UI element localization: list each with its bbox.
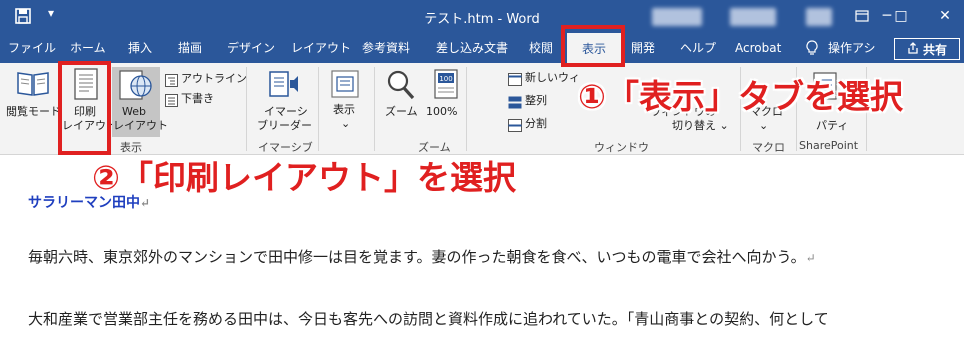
ribbon-tab-bar: ファイル ホーム 挿入 描画 デザイン レイアウト 参考資料 差し込み文書 校閲…: [0, 33, 964, 63]
annotation-step-2: ②「印刷レイアウト」を選択: [92, 158, 516, 197]
split-button[interactable]: 分割: [525, 117, 547, 131]
show-dropdown-icon[interactable]: ⌄: [341, 117, 350, 131]
tab-home[interactable]: ホーム: [70, 33, 106, 63]
tab-review[interactable]: 校閲: [529, 33, 553, 63]
share-icon: [907, 41, 919, 57]
immersive-reader-label-1[interactable]: イマーシ: [264, 105, 308, 119]
outline-button[interactable]: アウトライン: [181, 72, 247, 86]
read-mode-icon: [16, 69, 50, 101]
tab-layout[interactable]: レイアウト: [291, 33, 351, 63]
title-separator: -: [493, 12, 507, 27]
tab-references[interactable]: 参考資料: [362, 33, 410, 63]
tab-mailings[interactable]: 差し込み文書: [436, 33, 508, 63]
show-button[interactable]: 表示: [333, 103, 355, 117]
immersive-reader-label-2[interactable]: ブリーダー: [257, 119, 312, 133]
group-separator: [466, 67, 467, 151]
highlight-box-print-layout: [58, 61, 111, 155]
web-layout-label-2: レイアウト: [113, 119, 168, 132]
restore-button[interactable]: □: [886, 4, 916, 28]
web-layout-icon: [119, 70, 153, 104]
draft-button[interactable]: 下書き: [181, 92, 214, 106]
word-window: ▾ テスト.htm - Word ─ □ ✕ ファイル ホーム 挿入 描画 デザ…: [0, 0, 964, 350]
zoom-icon: [386, 69, 416, 105]
share-button[interactable]: 共有: [894, 38, 960, 60]
macros-dropdown-icon[interactable]: ⌄: [759, 119, 768, 133]
arrange-all-button[interactable]: 整列: [525, 94, 547, 108]
zoom-100-button[interactable]: 100%: [426, 105, 457, 119]
tab-design[interactable]: デザイン: [227, 33, 275, 63]
show-icon: [330, 69, 360, 103]
document-name: テスト.htm: [424, 12, 494, 27]
web-layout-label-1: Web: [122, 105, 146, 118]
redacted-account-area: [652, 8, 702, 26]
svg-text:100: 100: [439, 75, 452, 83]
tab-file[interactable]: ファイル: [8, 33, 56, 63]
paragraph-text: 毎朝六時、東京郊外のマンションで田中修一は目を覚ます。妻の作った朝食を食べ、いつ…: [28, 248, 806, 266]
close-button[interactable]: ✕: [930, 4, 960, 28]
share-label: 共有: [922, 42, 947, 57]
read-mode-button[interactable]: 閲覧モード: [6, 105, 61, 119]
tab-draw[interactable]: 描画: [178, 33, 202, 63]
arrange-icon: [508, 94, 522, 113]
title-bar: ▾ テスト.htm - Word ─ □ ✕: [0, 0, 964, 33]
tell-me-search[interactable]: 操作アシ: [828, 33, 876, 63]
zoom-button[interactable]: ズーム: [385, 105, 418, 119]
draft-icon: [165, 92, 178, 111]
outline-icon: [165, 72, 178, 91]
tab-insert[interactable]: 挿入: [128, 33, 152, 63]
lightbulb-icon[interactable]: [806, 33, 818, 63]
paragraph-mark: ↵: [805, 251, 816, 265]
new-window-button[interactable]: 新しいウィ: [525, 71, 580, 85]
split-icon: [508, 117, 522, 136]
tab-developer[interactable]: 開発: [631, 33, 655, 63]
redacted-account-area: [730, 8, 776, 26]
document-paragraph-1[interactable]: 毎朝六時、東京郊外のマンションで田中修一は目を覚ます。妻の作った朝食を食べ、いつ…: [28, 246, 816, 267]
tab-help[interactable]: ヘルプ: [680, 33, 716, 63]
group-separator: [246, 67, 247, 151]
new-window-icon: [508, 71, 522, 90]
window-group-label: ウィンドウ: [594, 141, 649, 154]
properties-button[interactable]: パティ: [816, 119, 848, 133]
redacted-avatar: [806, 8, 832, 26]
tab-acrobat[interactable]: Acrobat: [735, 33, 781, 63]
document-paragraph-2[interactable]: 大和産業で営業部主任を務める田中は、今日も客先への訪問と資料作成に追われていた。…: [28, 308, 829, 329]
group-separator: [374, 67, 375, 151]
app-name: Word: [506, 12, 540, 27]
switch-windows-label-2[interactable]: 切り替え ⌄: [672, 119, 729, 133]
immersive-reader-icon: [268, 69, 302, 103]
paragraph-text: 大和産業で営業部主任を務める田中は、今日も客先への訪問と資料作成に追われていた。…: [28, 310, 829, 328]
macro-group-label: マクロ: [752, 141, 785, 154]
sharepoint-group-label: SharePoint: [799, 139, 859, 152]
zoom-100-icon: 100: [434, 69, 458, 103]
annotation-step-1: ①「表示」タブを選択: [578, 77, 903, 116]
highlight-box-view-tab: [561, 25, 625, 67]
group-separator: [318, 67, 319, 151]
